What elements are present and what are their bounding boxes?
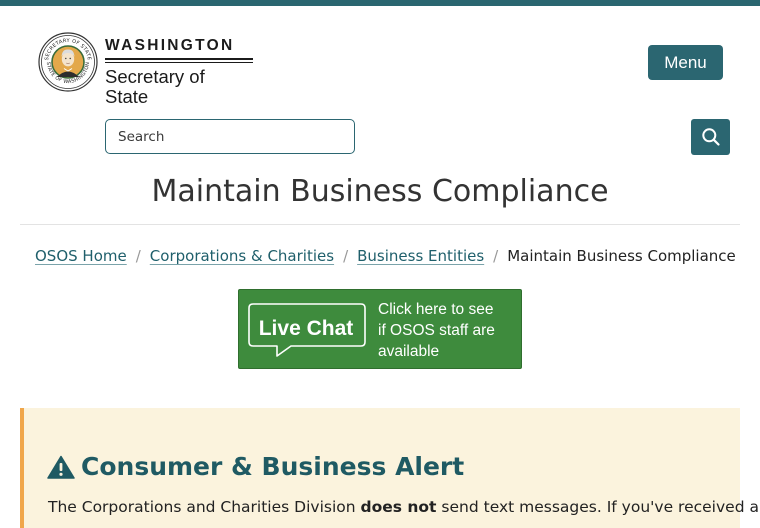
breadcrumb-separator: / [493, 247, 499, 265]
consumer-business-alert: Consumer & Business Alert The Corporatio… [20, 408, 759, 528]
breadcrumb-separator: / [343, 247, 349, 265]
alert-text: The Corporations and Charities Division … [48, 496, 759, 518]
live-chat-line: if OSOS staff are [378, 322, 495, 339]
alert-heading: Consumer & Business Alert [47, 451, 464, 483]
breadcrumb: OSOS Home / Corporations & Charities / B… [35, 245, 736, 267]
title-divider [20, 224, 740, 225]
alert-text-end: send text messages. If you've received a [436, 498, 759, 516]
breadcrumb-current: Maintain Business Compliance [507, 247, 736, 265]
top-accent-bar [0, 0, 760, 6]
logo-office-name: Secretary of State [105, 65, 205, 107]
live-chat-button[interactable]: Live Chat Click here to see if OSOS staf… [238, 289, 522, 369]
live-chat-line: available [378, 343, 440, 360]
breadcrumb-osos-home[interactable]: OSOS Home [35, 247, 127, 265]
site-logo[interactable]: WASHINGTON Secretary of State [105, 37, 253, 107]
breadcrumb-corporations-charities[interactable]: Corporations & Charities [150, 247, 334, 265]
breadcrumb-business-entities[interactable]: Business Entities [357, 247, 484, 265]
search-icon [701, 128, 720, 146]
live-chat-line: Click here to see [378, 301, 494, 318]
warning-icon [47, 455, 75, 479]
alert-text-emphasis: does not [360, 498, 437, 516]
alert-title: Consumer & Business Alert [81, 452, 465, 481]
breadcrumb-separator: / [135, 247, 141, 265]
alert-text-start: The Corporations and Charities Division [48, 498, 361, 516]
search-button[interactable] [691, 119, 730, 155]
logo-rule [105, 58, 253, 60]
washington-seal-icon: SECRETARY OF STATE STATE OF WASHINGTON [38, 32, 98, 92]
page-title: Maintain Business Compliance [151, 174, 609, 209]
live-chat-label: Live Chat [258, 317, 354, 340]
search-input[interactable] [105, 119, 355, 154]
logo-rule-thin [105, 61, 253, 63]
logo-state-name: WASHINGTON [105, 37, 235, 54]
menu-button[interactable]: Menu [648, 45, 723, 80]
live-chat-description: Click here to see if OSOS staff are avai… [378, 299, 518, 362]
